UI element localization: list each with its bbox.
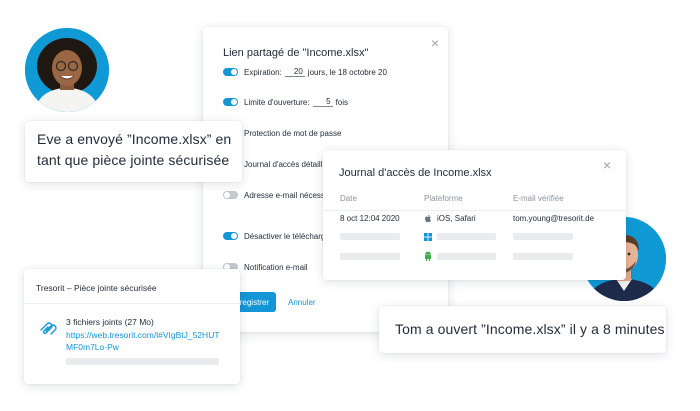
placeholder-bar bbox=[513, 253, 573, 260]
access-journal-dialog: Journal d'accès de Income.xlsx × Date Pl… bbox=[323, 150, 626, 280]
access-journal-title: Journal d'accès de Income.xlsx bbox=[339, 167, 492, 179]
expiration-toggle[interactable] bbox=[223, 68, 238, 76]
row-date: 8 oct 12:04 2020 bbox=[340, 213, 400, 223]
windows-icon bbox=[424, 233, 432, 241]
email-required-label: Adresse e-mail nécessair bbox=[244, 190, 334, 200]
row-platform-text: iOS, Safari bbox=[437, 213, 476, 223]
column-header-platform: Plateforme bbox=[424, 194, 463, 203]
password-label: Protection de mot de passe bbox=[244, 128, 342, 138]
password-option[interactable]: Protection de mot de passe bbox=[244, 126, 341, 140]
access-log-option[interactable]: Journal d'accès détaillé bbox=[244, 157, 327, 171]
access-log-label: Journal d'accès détaillé bbox=[244, 159, 327, 169]
apple-icon bbox=[425, 214, 431, 222]
attachment-divider bbox=[24, 303, 240, 304]
column-header-email: E-mail vérifiée bbox=[513, 194, 564, 203]
close-icon[interactable]: × bbox=[603, 158, 611, 172]
column-header-date: Date bbox=[340, 194, 357, 203]
expiration-label: Expiration: bbox=[244, 67, 282, 77]
expiration-days-input[interactable]: 20 bbox=[284, 67, 305, 77]
avatar-eve bbox=[25, 28, 109, 112]
eve-notification-bubble: Eve a envoyé ”Income.xlsx” en tant que p… bbox=[25, 121, 242, 182]
open-limit-option: Limite d'ouverture: 5 fois bbox=[223, 95, 348, 109]
close-icon[interactable]: × bbox=[431, 36, 439, 50]
placeholder-bar bbox=[66, 358, 219, 365]
tom-notification-bubble: Tom a ouvert ”Income.xlsx” il y a 8 minu… bbox=[379, 306, 666, 353]
email-required-toggle[interactable] bbox=[223, 191, 238, 199]
paperclip-icon bbox=[40, 322, 57, 335]
expiration-suffix: jours, le 18 octobre 20 bbox=[307, 67, 387, 77]
journal-divider bbox=[323, 210, 626, 211]
open-limit-suffix: fois bbox=[335, 97, 349, 107]
email-required-option: Adresse e-mail nécessair bbox=[223, 188, 334, 202]
expiration-option: Expiration: 20 jours, le 18 octobre 20 bbox=[223, 65, 387, 79]
placeholder-bar bbox=[513, 233, 573, 240]
placeholder-bar bbox=[340, 233, 400, 240]
placeholder-bar bbox=[437, 233, 496, 240]
attachment-card-title: Tresorit – Pièce jointe sécurisée bbox=[36, 283, 157, 293]
open-limit-input[interactable]: 5 bbox=[312, 97, 333, 107]
share-link[interactable]: https://web.tresorit.com/l#VIgBtJ_52HUTM… bbox=[66, 329, 226, 353]
email-notification-label: Notification e-mail bbox=[244, 262, 308, 272]
secure-attachment-card: Tresorit – Pièce jointe sécurisée 3 fich… bbox=[24, 269, 240, 384]
disable-download-label: Désactiver le télécharger bbox=[244, 231, 333, 241]
eve-notification-text: Eve a envoyé ”Income.xlsx” en tant que p… bbox=[37, 131, 232, 168]
placeholder-bar bbox=[340, 253, 400, 260]
share-dialog-title: Lien partagé de "Income.xlsx" bbox=[223, 47, 369, 59]
tom-notification-text: Tom a ouvert ”Income.xlsx” il y a 8 minu… bbox=[395, 321, 665, 337]
android-icon bbox=[425, 251, 431, 261]
disable-download-option: Désactiver le télécharger bbox=[223, 229, 332, 243]
disable-download-toggle[interactable] bbox=[223, 232, 238, 240]
open-limit-toggle[interactable] bbox=[223, 98, 238, 106]
open-limit-label: Limite d'ouverture: bbox=[244, 97, 310, 107]
row-email: tom.young@tresorit.de bbox=[513, 213, 595, 223]
attached-files-count: 3 fichiers joints (27 Mo) bbox=[66, 317, 154, 327]
placeholder-bar bbox=[437, 253, 496, 260]
row-platform: iOS, Safari bbox=[424, 212, 476, 224]
cancel-button[interactable]: Annuler bbox=[288, 292, 316, 312]
